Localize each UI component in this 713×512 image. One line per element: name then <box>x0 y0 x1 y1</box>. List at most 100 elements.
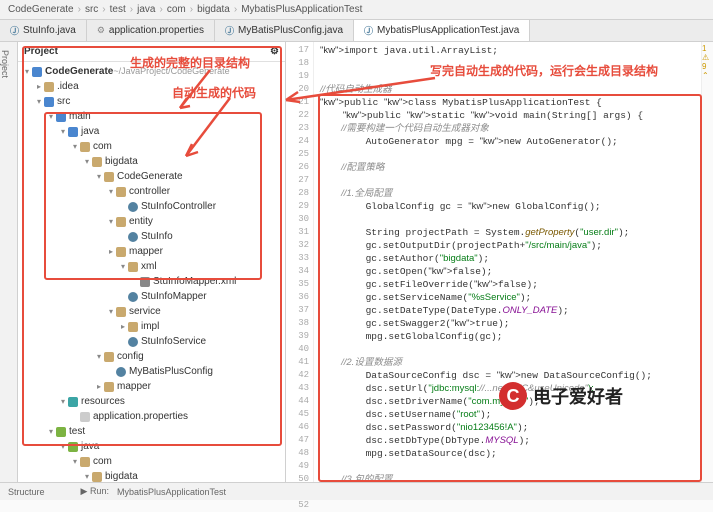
tree-item[interactable]: StuInfoMapper.xml <box>18 274 285 289</box>
project-tree[interactable]: ▾CodeGenerate ~/JavaProject/CodeGenerate… <box>18 62 285 500</box>
breadcrumb-item[interactable]: java <box>137 4 155 15</box>
tree-item[interactable]: MyBatisPlusConfig <box>18 364 285 379</box>
expand-arrow-icon[interactable]: ▾ <box>46 109 56 124</box>
run-config[interactable]: MybatisPlusApplicationTest <box>117 487 226 497</box>
tree-item[interactable]: ▾resources <box>18 394 285 409</box>
editor[interactable]: 17 18 19 20 21 22 23 24 25 26 27 28 29 3… <box>286 42 713 500</box>
tab[interactable]: ⚙application.properties <box>87 20 215 41</box>
code-area[interactable]: "kw">import java.util.ArrayList; //代码自动生… <box>314 42 701 500</box>
expand-arrow-icon[interactable]: ▾ <box>106 214 116 229</box>
tree-label: main <box>69 109 91 124</box>
tree-label: java <box>81 124 99 139</box>
breadcrumb-item[interactable]: MybatisPlusApplicationTest <box>241 4 362 15</box>
prop-icon: ⚙ <box>97 25 105 36</box>
tree-item[interactable]: ▾ CodeGenerate <box>18 169 285 184</box>
tree-item[interactable]: ▾ src <box>18 94 285 109</box>
folder-blue-icon <box>68 127 78 137</box>
folder-blue-icon <box>32 67 42 77</box>
java-icon <box>128 292 138 302</box>
tree-label: java <box>81 439 99 454</box>
expand-arrow-icon[interactable]: ▾ <box>58 124 68 139</box>
breadcrumb-item[interactable]: CodeGenerate <box>8 4 74 15</box>
expand-arrow-icon[interactable]: ▾ <box>82 154 92 169</box>
tree-item[interactable]: ▾ java <box>18 439 285 454</box>
java-icon: Ⓙ <box>225 24 234 37</box>
expand-arrow-icon[interactable]: ▸ <box>34 79 44 94</box>
tree-item[interactable]: StuInfoService <box>18 334 285 349</box>
tree-item[interactable]: ▾ com <box>18 139 285 154</box>
expand-arrow-icon[interactable]: ▾ <box>118 259 128 274</box>
tree-label: impl <box>141 319 159 334</box>
expand-arrow-icon[interactable]: ▾ <box>94 169 104 184</box>
tree-label: com <box>93 139 112 154</box>
expand-arrow-icon[interactable]: ▾ <box>22 64 32 79</box>
run-label[interactable]: ▶ Run: <box>81 486 109 497</box>
java-icon <box>128 337 138 347</box>
tree-item[interactable]: ▸ impl <box>18 319 285 334</box>
tree-item[interactable]: ▾CodeGenerate ~/JavaProject/CodeGenerate <box>18 64 285 79</box>
folder-icon <box>128 322 138 332</box>
marker-strip: 1 ⚠ 9 ⌃ <box>701 42 713 500</box>
expand-arrow-icon[interactable]: ▾ <box>46 424 56 439</box>
tree-item[interactable]: ▾test <box>18 424 285 439</box>
tab[interactable]: ⒿMybatisPlusApplicationTest.java <box>354 20 530 41</box>
tree-item[interactable]: application.properties <box>18 409 285 424</box>
gutter: 17 18 19 20 21 22 23 24 25 26 27 28 29 3… <box>286 42 314 500</box>
tree-item[interactable]: StuInfoController <box>18 199 285 214</box>
tree-label: StuInfoMapper <box>141 289 207 304</box>
tree-item[interactable]: ▾ java <box>18 124 285 139</box>
tree-item[interactable]: ▾ main <box>18 109 285 124</box>
tree-label: CodeGenerate <box>45 64 113 79</box>
expand-arrow-icon[interactable]: ▾ <box>58 394 68 409</box>
tree-label: service <box>129 304 161 319</box>
breadcrumb-item[interactable]: com <box>167 4 186 15</box>
sidebar-stripe[interactable]: Project <box>0 42 18 500</box>
breadcrumb-item[interactable]: bigdata <box>197 4 230 15</box>
warning-badge[interactable]: 1 ⚠ 9 ⌃ <box>702 44 712 80</box>
tree-label: CodeGenerate <box>117 169 183 184</box>
tree-item[interactable]: ▸ .idea <box>18 79 285 94</box>
expand-arrow-icon[interactable]: ▾ <box>94 349 104 364</box>
tree-item[interactable]: ▾xml <box>18 259 285 274</box>
tree-label: StuInfoMapper.xml <box>153 274 236 289</box>
tree-item[interactable]: ▾bigdata <box>18 154 285 169</box>
java-icon: Ⓙ <box>364 24 373 37</box>
tree-item[interactable]: ▸ mapper <box>18 244 285 259</box>
expand-arrow-icon[interactable]: ▾ <box>58 439 68 454</box>
tab[interactable]: ⒿMyBatisPlusConfig.java <box>215 20 354 41</box>
tree-item[interactable]: ▾config <box>18 349 285 364</box>
tree-item[interactable]: StuInfoMapper <box>18 289 285 304</box>
tree-item[interactable]: ▾ service <box>18 304 285 319</box>
breadcrumb-item[interactable]: test <box>110 4 126 15</box>
tree-label: src <box>57 94 70 109</box>
folder-icon <box>92 472 102 482</box>
folder-green-icon <box>56 427 66 437</box>
folder-icon <box>116 187 126 197</box>
tree-item[interactable]: ▾ com <box>18 454 285 469</box>
java-icon <box>128 232 138 242</box>
tree-item[interactable]: ▾entity <box>18 214 285 229</box>
breadcrumb-item[interactable]: src <box>85 4 98 15</box>
tree-item[interactable]: ▸mapper <box>18 379 285 394</box>
structure-tab[interactable]: Structure <box>8 487 45 497</box>
expand-arrow-icon[interactable]: ▾ <box>106 184 116 199</box>
expand-arrow-icon[interactable]: ▸ <box>118 319 128 334</box>
tree-item[interactable]: ▾ controller <box>18 184 285 199</box>
tree-label: MyBatisPlusConfig <box>129 364 213 379</box>
tree-label: com <box>93 454 112 469</box>
expand-arrow-icon[interactable]: ▾ <box>70 139 80 154</box>
expand-arrow-icon[interactable]: ▸ <box>106 244 116 259</box>
java-icon <box>116 367 126 377</box>
tree-label: controller <box>129 184 170 199</box>
folder-icon <box>44 82 54 92</box>
expand-arrow-icon[interactable]: ▾ <box>106 304 116 319</box>
tree-label: mapper <box>129 244 163 259</box>
expand-arrow-icon[interactable]: ▾ <box>34 94 44 109</box>
tree-label: .idea <box>57 79 79 94</box>
tree-item[interactable]: StuInfo <box>18 229 285 244</box>
breadcrumb: CodeGenerate›src›test›java›com›bigdata›M… <box>0 0 713 20</box>
tab[interactable]: ⒿStuInfo.java <box>0 20 87 41</box>
gear-icon[interactable]: ⚙ <box>270 46 279 57</box>
expand-arrow-icon[interactable]: ▾ <box>70 454 80 469</box>
expand-arrow-icon[interactable]: ▸ <box>94 379 104 394</box>
